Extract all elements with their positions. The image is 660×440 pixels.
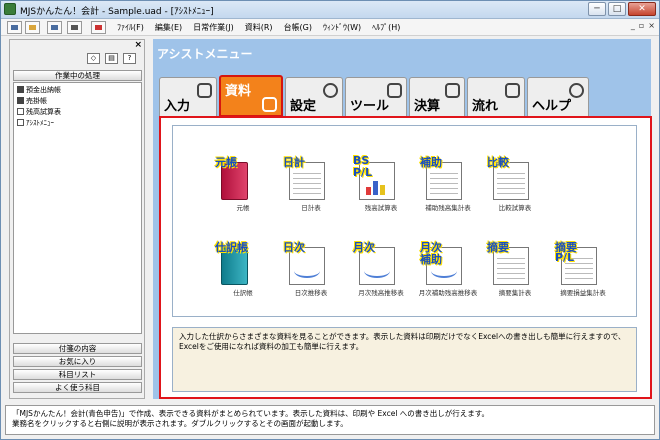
child-restore-button[interactable]: ▫ <box>639 21 644 30</box>
menu-file[interactable]: ﾌｧｲﾙ(F) <box>116 20 145 35</box>
working-list: 預金出納帳 売掛帳 残高試算表 ｱｼｽﾄﾒﾆｭｰ <box>13 82 142 334</box>
menu-ledger[interactable]: 台帳(G) <box>283 20 313 35</box>
left-panel-tools: ◇ ▤ ? <box>87 53 136 64</box>
report-daily-total[interactable]: 日計 日計表 <box>281 154 341 224</box>
menu-edit[interactable]: 編集(E) <box>154 20 183 35</box>
close-icon[interactable]: × <box>134 40 142 50</box>
eraser-icon[interactable]: ◇ <box>87 53 100 64</box>
gear-icon <box>323 83 338 98</box>
menu-bar: ﾌｧｲﾙ(F) 編集(E) 日常作業(J) 資料(R) 台帳(G) ｳｨﾝﾄﾞｳ… <box>116 20 401 35</box>
menu-help[interactable]: ﾍﾙﾌﾟ(H) <box>371 20 401 35</box>
question-icon <box>569 83 584 98</box>
book-icon <box>262 97 277 112</box>
report-monthly-trend[interactable]: 月次 月次残高推移表 <box>351 239 411 309</box>
status-line-2: 業務名をクリックすると右側に説明が表示されます。ダブルクリックするとその画面が起… <box>12 419 348 428</box>
report-daily-trend[interactable]: 日次 日次推移表 <box>281 239 341 309</box>
report-journal[interactable]: 仕訳帳 仕訳帳 <box>213 239 273 309</box>
account-list-button[interactable]: 科目リスト <box>13 369 142 380</box>
bookmark-icon[interactable]: ▤ <box>105 53 118 64</box>
tab-flow[interactable]: 流れ <box>467 77 525 117</box>
tab-tools[interactable]: ツール <box>345 77 407 117</box>
minimize-button[interactable]: ─ <box>588 2 606 16</box>
list-item[interactable]: 残高試算表 <box>17 107 61 116</box>
mouse-icon <box>197 83 212 98</box>
list-item[interactable]: ｱｼｽﾄﾒﾆｭｰ <box>17 118 54 127</box>
menu-reports[interactable]: 資料(R) <box>244 20 274 35</box>
help-icon[interactable]: ? <box>123 53 136 64</box>
menu-window[interactable]: ｳｨﾝﾄﾞｳ(W) <box>322 20 362 35</box>
toolbar-printer-icon[interactable] <box>67 21 82 34</box>
toolbar-list-icon[interactable] <box>47 21 62 34</box>
menu-icon <box>17 119 24 126</box>
favorites-button[interactable]: お気に入り <box>13 356 142 367</box>
close-button[interactable]: ✕ <box>628 2 656 16</box>
report-summary-pl[interactable]: 摘要 P/L 摘要損益集計表 <box>553 239 613 309</box>
tab-input[interactable]: 入力 <box>159 77 217 117</box>
toolbar-menu-icon[interactable] <box>7 21 22 34</box>
maximize-button[interactable]: □ <box>608 2 626 16</box>
title-bar: MJSかんたん！会計 - Sample.uad - [ｱｼｽﾄﾒﾆｭｰ] ─ □… <box>1 1 659 19</box>
working-header: 作業中の処理 <box>13 70 142 81</box>
app-logo-icon <box>4 3 16 15</box>
window-controls: ─ □ ✕ <box>588 2 656 16</box>
list-item[interactable]: 預金出納帳 <box>17 85 61 94</box>
report-sub-balance[interactable]: 補助 補助残高集計表 <box>418 154 478 224</box>
sticky-notes-button[interactable]: 付箋の内容 <box>13 343 142 354</box>
document-icon <box>445 83 460 98</box>
child-window-controls: _ ▫ × <box>631 21 655 30</box>
wrench-icon <box>387 83 402 98</box>
status-line-1: 「MJSかんたん！会計(青色申告)」で作成、表示できる資料がまとめられています。… <box>12 409 490 418</box>
report-trial-balance[interactable]: BS P/L 残高試算表 <box>351 154 411 224</box>
toolbar-calendar-icon[interactable] <box>91 21 106 34</box>
frequent-accounts-button[interactable]: よく使う科目 <box>13 382 142 393</box>
toolbar-folder-icon[interactable] <box>25 21 40 34</box>
ledger-icon <box>17 97 24 104</box>
report-icons-panel: 元帳 元帳 日計 日計表 BS P/L 残高試算表 補助 補助残高集計表 比較 比較試算表 … <box>172 125 637 317</box>
report-monthly-sub-trend[interactable]: 月次 補助 月次補助残高推移表 <box>418 239 478 309</box>
report-comparative[interactable]: 比較 比較試算表 <box>485 154 545 224</box>
child-close-button[interactable]: × <box>648 21 655 30</box>
report-icon <box>17 108 24 115</box>
page-title: アシストメニュー <box>157 47 253 61</box>
description-panel: 入力した仕訳からさまざまな資料を見ることができます。表示した資料は印刷だけでなく… <box>172 327 637 392</box>
report-summary[interactable]: 摘要 摘要集計表 <box>485 239 545 309</box>
reports-content: 元帳 元帳 日計 日計表 BS P/L 残高試算表 補助 補助残高集計表 比較 比較試算表 … <box>159 116 652 399</box>
flow-icon <box>505 83 520 98</box>
tab-closing[interactable]: 決算 <box>409 77 465 117</box>
tab-help[interactable]: ヘルプ <box>527 77 589 117</box>
app-window: MJSかんたん！会計 - Sample.uad - [ｱｼｽﾄﾒﾆｭｰ] ─ □… <box>0 0 660 440</box>
child-minimize-button[interactable]: _ <box>631 21 635 30</box>
window-title: MJSかんたん！会計 - Sample.uad - [ｱｼｽﾄﾒﾆｭｰ] <box>20 7 214 17</box>
tab-settings[interactable]: 設定 <box>285 77 343 117</box>
ledger-icon <box>17 86 24 93</box>
report-general-ledger[interactable]: 元帳 元帳 <box>213 154 273 224</box>
tab-reports[interactable]: 資料 <box>219 75 283 117</box>
toolbar: ﾌｧｲﾙ(F) 編集(E) 日常作業(J) 資料(R) 台帳(G) ｳｨﾝﾄﾞｳ… <box>1 19 659 36</box>
status-bar: 「MJSかんたん！会計(青色申告)」で作成、表示できる資料がまとめられています。… <box>5 405 655 435</box>
menu-daily-work[interactable]: 日常作業(J) <box>192 20 235 35</box>
left-panel: × ◇ ▤ ? 作業中の処理 預金出納帳 売掛帳 残高試算表 ｱｼｽﾄﾒﾆｭｰ … <box>9 39 145 399</box>
list-item[interactable]: 売掛帳 <box>17 96 47 105</box>
